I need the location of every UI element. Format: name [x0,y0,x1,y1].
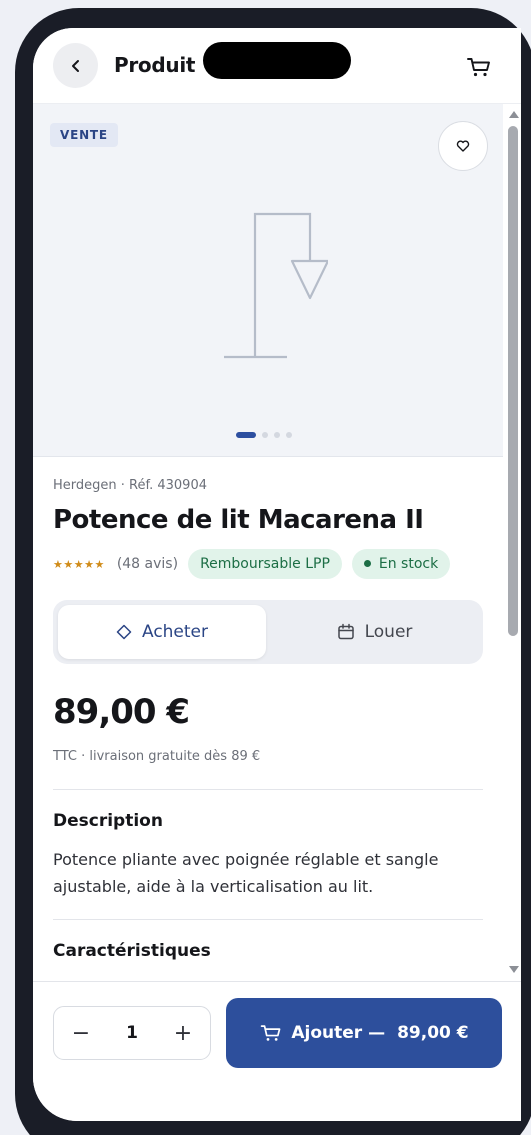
tag-icon [116,624,132,640]
rating-row: ★★★★★ (48 avis) Remboursable LPP En stoc… [53,548,451,580]
top-bar: Produit [33,28,521,104]
product-gallery[interactable]: VENTE [33,104,503,457]
description-heading: Description [53,811,163,831]
stock-dot-icon [363,559,371,567]
divider [53,789,483,790]
cart-icon [467,58,490,77]
add-to-cart-price: 89,00 € [397,1023,469,1043]
product-title: Potence de lit Macarena II [53,505,424,535]
stock-badge: En stock [351,549,451,579]
tab-rent[interactable]: Louer [271,605,478,659]
scrollbar-thumb[interactable] [508,126,518,636]
scroll-up-arrow-icon[interactable] [509,111,519,118]
quantity-value[interactable]: 1 [108,1007,156,1059]
scrollbar[interactable] [505,104,521,982]
product-meta: Herdegen · Réf. 430904 [53,478,207,493]
page-title: Produit [114,53,196,77]
bed-trapeze-icon [224,212,328,359]
characteristics-heading: Caractéristiques [53,941,211,961]
cart-button[interactable] [465,53,493,81]
sale-badge: VENTE [50,123,118,147]
description-text: Potence pliante avec poignée réglable et… [53,850,439,896]
calendar-icon [337,623,354,640]
heart-icon [456,140,470,152]
quantity-stepper: − 1 + [53,1006,211,1060]
stock-label: En stock [378,556,439,572]
star-rating: ★★★★★ [53,557,105,571]
gallery-dot-active[interactable] [236,432,256,438]
divider [53,919,483,920]
purchase-mode-toggle: Acheter Louer [53,600,483,664]
tab-buy[interactable]: Acheter [58,605,266,659]
add-to-cart-button[interactable]: Ajouter — 89,00 € [226,998,502,1068]
cart-action-bar: − 1 + Ajouter — 89,00 € [33,981,521,1121]
dynamic-island [203,42,351,79]
gallery-pagination[interactable] [236,432,292,438]
chevron-left-icon [71,59,79,72]
tab-buy-label: Acheter [141,622,209,642]
reviews-link[interactable]: (48 avis) [117,556,178,572]
cart-icon [261,1025,281,1041]
decrease-quantity-button[interactable]: − [54,1007,108,1059]
gallery-dot[interactable] [262,432,268,438]
add-to-cart-label: Ajouter — [291,1023,386,1043]
back-button[interactable] [53,43,98,88]
gallery-dot[interactable] [274,432,280,438]
reimbursable-badge: Remboursable LPP [188,549,342,579]
favorite-button[interactable] [438,121,488,171]
increase-quantity-button[interactable]: + [156,1007,210,1059]
tab-rent-label: Louer [364,622,413,642]
product-price: 89,00 € [53,692,190,732]
app-screen: Produit VENTE Herdegen · Réf. 430904 Pot… [33,28,521,1121]
scroll-down-arrow-icon[interactable] [509,966,519,973]
price-note: TTC · livraison gratuite dès 89 € [53,749,261,764]
gallery-dot[interactable] [286,432,292,438]
